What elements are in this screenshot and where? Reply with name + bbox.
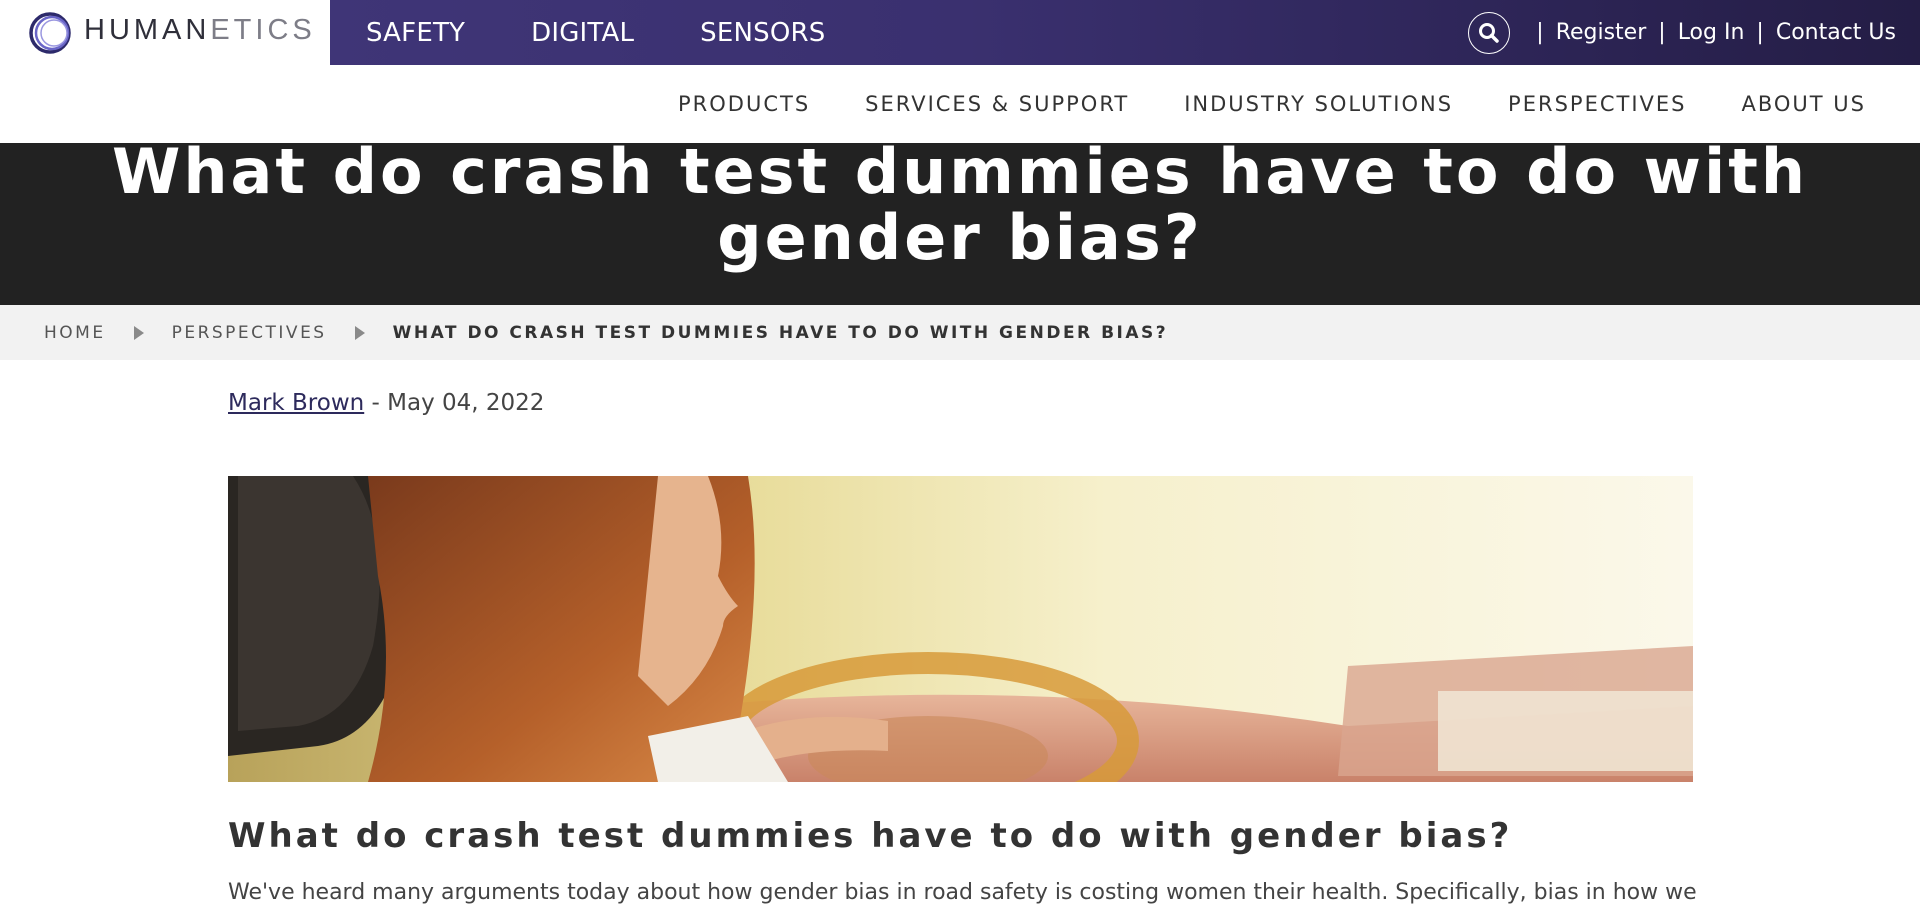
nav-digital[interactable]: DIGITAL	[531, 18, 634, 48]
logo-ring-icon	[29, 12, 71, 54]
breadcrumb-arrow-icon	[133, 325, 144, 340]
mainnav-products[interactable]: PRODUCTS	[678, 92, 810, 116]
mainnav-industry-solutions[interactable]: INDUSTRY SOLUTIONS	[1184, 92, 1453, 116]
breadcrumb-arrow-icon	[354, 325, 365, 340]
logo-text: HUMANETICS	[84, 14, 316, 47]
article-intro: We've heard many arguments today about h…	[228, 880, 1698, 905]
nav-safety[interactable]: SAFETY	[366, 18, 465, 48]
brand-nav: SAFETY DIGITAL SENSORS	[366, 0, 892, 65]
article-hero-image	[228, 476, 1693, 782]
hero-banner: What do crash test dummies have to do wi…	[0, 139, 1920, 305]
mainnav-services-support[interactable]: SERVICES & SUPPORT	[865, 92, 1129, 116]
register-link[interactable]: Register	[1556, 20, 1647, 45]
separator: |	[1536, 20, 1544, 45]
breadcrumb-current: WHAT DO CRASH TEST DUMMIES HAVE TO DO WI…	[392, 322, 1169, 343]
logo-text-light: ETICS	[210, 14, 316, 46]
breadcrumb: HOME PERSPECTIVES WHAT DO CRASH TEST DUM…	[0, 305, 1920, 360]
mainnav-perspectives[interactable]: PERSPECTIVES	[1508, 92, 1686, 116]
breadcrumb-perspectives[interactable]: PERSPECTIVES	[172, 323, 327, 343]
main-nav: PRODUCTS SERVICES & SUPPORT INDUSTRY SOL…	[0, 65, 1920, 143]
logo-text-bold: HUMAN	[84, 14, 211, 46]
separator: |	[1658, 20, 1666, 45]
search-button[interactable]	[1468, 11, 1511, 54]
woman-driving-image	[228, 476, 1693, 782]
page-title: What do crash test dummies have to do wi…	[112, 135, 1808, 274]
utility-links: | Register | Log In | Contact Us	[1468, 0, 1896, 65]
contact-link[interactable]: Contact Us	[1776, 20, 1896, 45]
login-link[interactable]: Log In	[1678, 20, 1745, 45]
publish-date: May 04, 2022	[387, 390, 545, 416]
logo[interactable]: HUMANETICS	[0, 0, 330, 65]
article-heading: What do crash test dummies have to do wi…	[228, 816, 1513, 856]
nav-sensors[interactable]: SENSORS	[700, 18, 825, 48]
top-bar: HUMANETICS SAFETY DIGITAL SENSORS | Regi…	[0, 0, 1920, 65]
separator: |	[1756, 20, 1764, 45]
breadcrumb-home[interactable]: HOME	[44, 323, 106, 343]
author-link[interactable]: Mark Brown	[228, 390, 364, 416]
mainnav-about-us[interactable]: ABOUT US	[1741, 92, 1866, 116]
article-meta: Mark Brown - May 04, 2022	[228, 390, 544, 416]
search-icon	[1479, 22, 1500, 43]
date-separator: -	[364, 390, 388, 416]
